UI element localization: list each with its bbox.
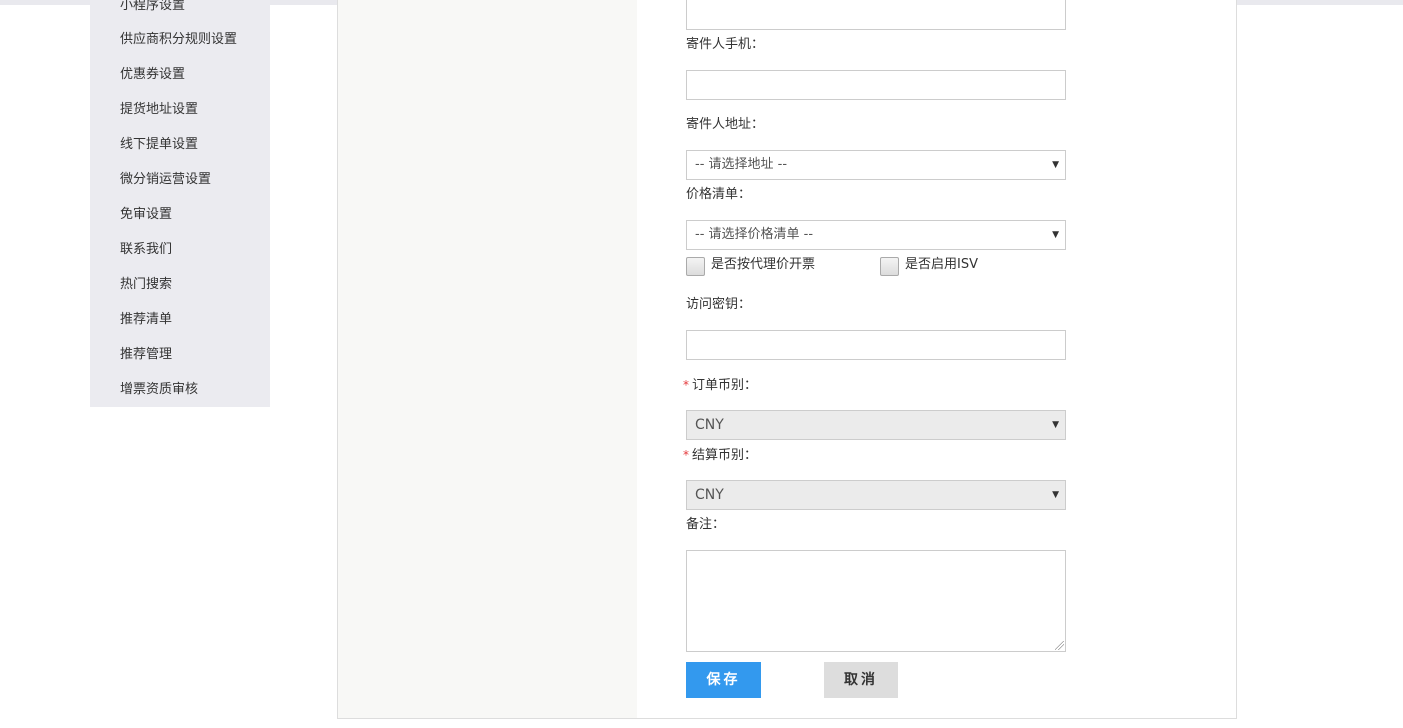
required-mark: * bbox=[683, 378, 689, 392]
enable-isv-label: 是否启用ISV bbox=[905, 257, 978, 272]
order-currency-label-text: 订单币别： bbox=[692, 378, 758, 393]
save-button[interactable]: 保存 bbox=[686, 662, 761, 698]
sender-phone-input[interactable] bbox=[686, 70, 1066, 100]
sidebar-item-offline-order[interactable]: 线下提单设置 bbox=[120, 136, 198, 154]
chevron-down-icon: ▼ bbox=[1052, 490, 1059, 500]
sidebar-item-contact-us[interactable]: 联系我们 bbox=[120, 241, 172, 259]
sidebar-item-hot-search[interactable]: 热门搜索 bbox=[120, 276, 172, 294]
sidebar-item-coupon-settings[interactable]: 优惠券设置 bbox=[120, 66, 185, 84]
settle-currency-label: * 结算币别： bbox=[683, 446, 757, 465]
sidebar-item-vat-qualification[interactable]: 增票资质审核 bbox=[120, 381, 198, 399]
agent-price-invoice-checkbox[interactable] bbox=[686, 257, 705, 276]
panel-left-column bbox=[338, 0, 637, 718]
sidebar-item-supplier-points-rules[interactable]: 供应商积分规则设置 bbox=[120, 31, 237, 49]
settle-currency-label-text: 结算币别： bbox=[692, 448, 758, 463]
cancel-button[interactable]: 取消 bbox=[824, 662, 898, 698]
chevron-down-icon: ▼ bbox=[1052, 420, 1059, 430]
price-list-label: 价格清单： bbox=[686, 187, 752, 202]
chevron-down-icon: ▼ bbox=[1052, 160, 1059, 170]
sidebar-item-audit-exemption[interactable]: 免审设置 bbox=[120, 206, 172, 224]
settle-currency-select: CNY ▼ bbox=[686, 480, 1066, 510]
sender-address-label: 寄件人地址： bbox=[686, 117, 765, 132]
order-currency-value: CNY bbox=[695, 417, 724, 433]
sender-name-input[interactable] bbox=[686, 0, 1066, 30]
sidebar-item-micro-distribution[interactable]: 微分销运营设置 bbox=[120, 171, 211, 189]
sidebar-item-pickup-address[interactable]: 提货地址设置 bbox=[120, 101, 198, 119]
sender-address-select[interactable]: -- 请选择地址 -- ▼ bbox=[686, 150, 1066, 180]
resize-handle-icon[interactable] bbox=[1055, 641, 1064, 650]
chevron-down-icon: ▼ bbox=[1052, 230, 1059, 240]
sidebar: 小程序设置 供应商积分规则设置 优惠券设置 提货地址设置 线下提单设置 微分销运… bbox=[90, 0, 270, 407]
access-key-label: 访问密钥： bbox=[686, 297, 752, 312]
required-mark: * bbox=[683, 448, 689, 462]
sender-address-select-value: -- 请选择地址 -- bbox=[695, 157, 788, 172]
sender-phone-label: 寄件人手机： bbox=[686, 37, 765, 52]
price-list-select-value: -- 请选择价格清单 -- bbox=[695, 227, 814, 242]
remark-textarea[interactable] bbox=[686, 550, 1066, 652]
agent-price-invoice-label: 是否按代理价开票 bbox=[711, 257, 816, 272]
enable-isv-checkbox[interactable] bbox=[880, 257, 899, 276]
sidebar-item-recommend-list[interactable]: 推荐清单 bbox=[120, 311, 172, 329]
access-key-input[interactable] bbox=[686, 330, 1066, 360]
sidebar-item-recommend-manage[interactable]: 推荐管理 bbox=[120, 346, 172, 364]
price-list-select[interactable]: -- 请选择价格清单 -- ▼ bbox=[686, 220, 1066, 250]
remark-label: 备注： bbox=[686, 517, 726, 532]
order-currency-select: CNY ▼ bbox=[686, 410, 1066, 440]
settle-currency-value: CNY bbox=[695, 487, 724, 503]
sidebar-item-miniprogram-settings[interactable]: 小程序设置 bbox=[120, 0, 185, 15]
order-currency-label: * 订单币别： bbox=[683, 376, 757, 395]
